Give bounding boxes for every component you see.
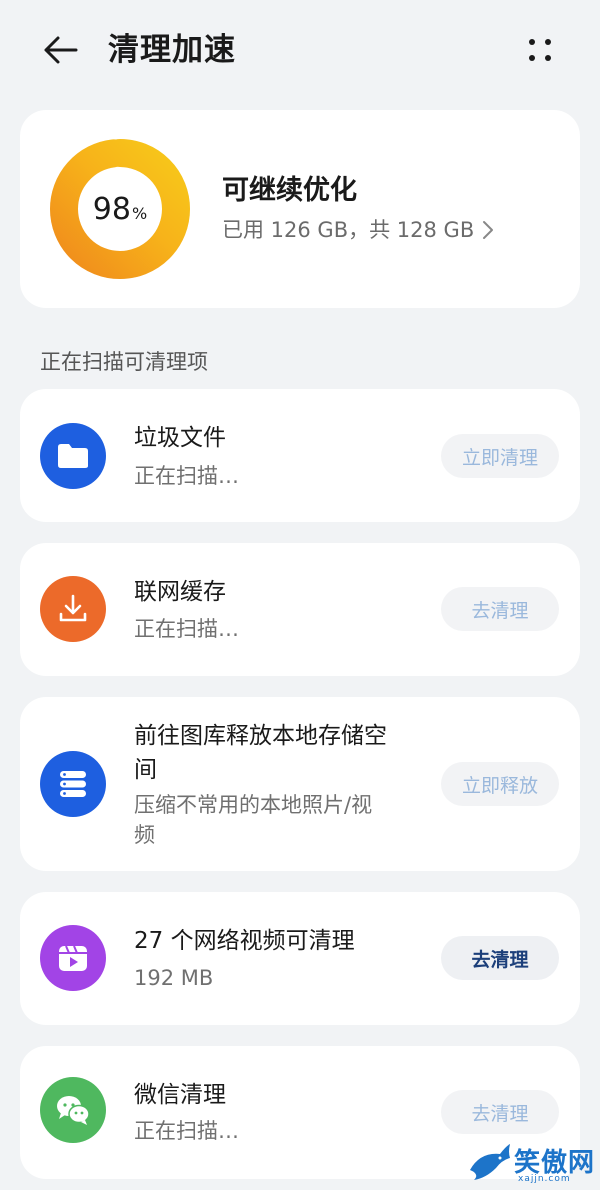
list-item-network-videos[interactable]: 27 个网络视频可清理 192 MB 去清理 [20, 892, 580, 1025]
more-options-button[interactable] [518, 30, 562, 70]
list-item-gallery-storage[interactable]: 前往图库释放本地存储空 间 压缩不常用的本地照片/视 频 立即释放 [20, 697, 580, 871]
chevron-right-icon [483, 221, 494, 239]
item-subtitle: 正在扫描… [134, 1119, 239, 1143]
item-title: 垃圾文件 [134, 425, 226, 451]
list-item-junk-files[interactable]: 垃圾文件 正在扫描… 立即清理 [20, 389, 580, 522]
item-title-line-1: 前往图库释放本地存储空 [134, 723, 387, 749]
go-clean-button[interactable]: 去清理 [441, 587, 559, 631]
folder-icon [58, 444, 88, 468]
more-dots-icon [529, 39, 551, 61]
page-title: 清理加速 [108, 32, 236, 68]
gallery-storage-icon-badge [40, 751, 106, 817]
item-title: 27 个网络视频可清理 [134, 928, 355, 954]
storage-ring: 98% [50, 139, 190, 279]
shark-logo-icon [470, 1144, 510, 1180]
storage-percent-unit: % [131, 203, 148, 223]
top-app-bar: 清理加速 [0, 0, 600, 100]
video-icon [59, 945, 87, 971]
watermark-url: xajjn.com [518, 1174, 571, 1184]
site-watermark: 笑傲网 xajjn.com [466, 1140, 596, 1188]
list-item-network-cache[interactable]: 联网缓存 正在扫描… 去清理 [20, 543, 580, 676]
storage-summary-card[interactable]: 98% 可继续优化 已用 126 GB，共 128 GB [20, 110, 580, 308]
item-subtitle: 正在扫描… [134, 464, 239, 488]
storage-stack-icon [60, 771, 86, 797]
storage-usage-text: 已用 126 GB，共 128 GB [222, 218, 475, 242]
network-cache-icon-badge [40, 576, 106, 642]
item-subtitle: 192 MB [134, 966, 214, 990]
junk-files-icon-badge [40, 423, 106, 489]
wechat-icon-badge [40, 1077, 106, 1143]
item-title: 联网缓存 [134, 579, 226, 605]
clean-now-button[interactable]: 立即清理 [441, 434, 559, 478]
wechat-icon [57, 1096, 90, 1125]
go-clean-button[interactable]: 去清理 [441, 936, 559, 980]
item-subtitle-line-2: 频 [134, 823, 155, 847]
item-subtitle: 正在扫描… [134, 617, 239, 641]
storage-usage-summary[interactable]: 已用 126 GB，共 128 GB [222, 214, 494, 246]
download-icon [59, 594, 87, 622]
storage-percent: 98% [50, 139, 190, 279]
back-button[interactable] [38, 30, 82, 70]
arrow-left-icon [44, 36, 78, 64]
storage-percent-value: 98 [92, 191, 131, 227]
free-up-now-button[interactable]: 立即释放 [441, 762, 559, 806]
item-title: 微信清理 [134, 1082, 226, 1108]
network-videos-icon-badge [40, 925, 106, 991]
storage-status-title: 可继续优化 [222, 175, 357, 206]
go-clean-button[interactable]: 去清理 [441, 1090, 559, 1134]
item-title-line-2: 间 [134, 757, 157, 783]
section-label: 正在扫描可清理项 [40, 350, 208, 374]
item-subtitle-line-1: 压缩不常用的本地照片/视 [134, 793, 373, 817]
